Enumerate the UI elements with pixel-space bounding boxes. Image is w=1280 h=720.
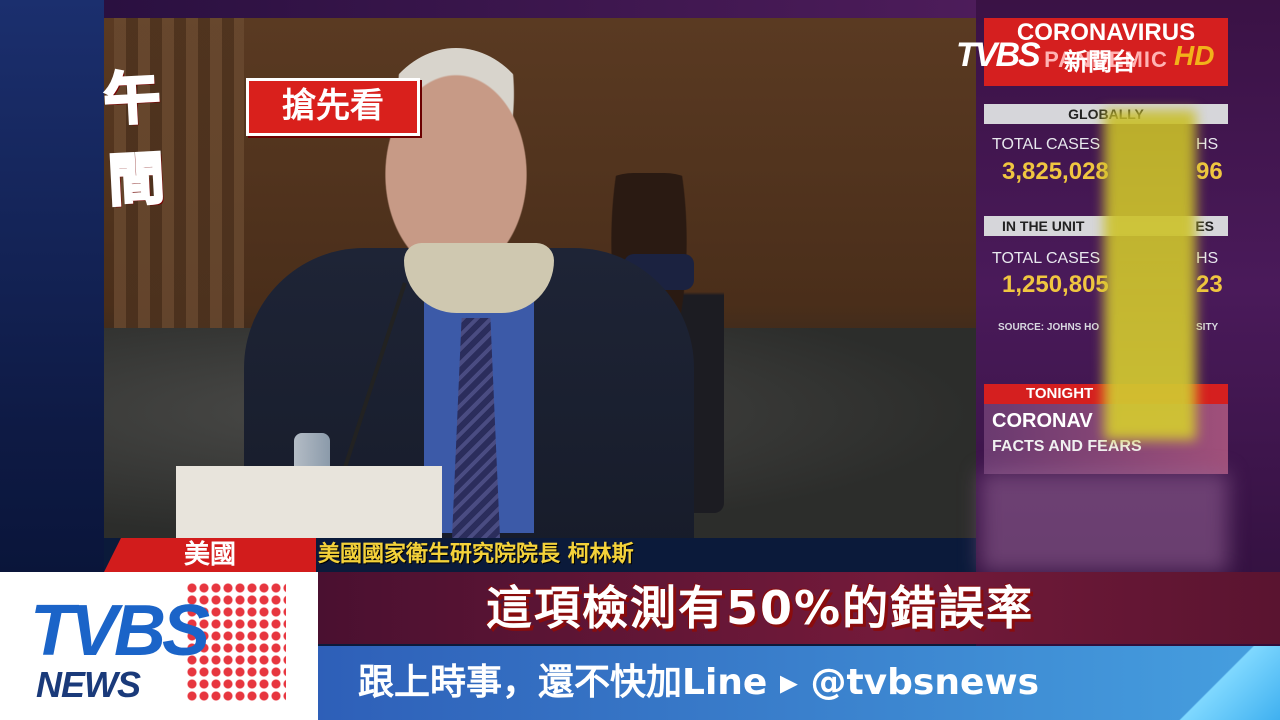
ticker-text: 跟上時事，還不快加Line ▸ @tvbsnews bbox=[358, 662, 1040, 703]
video-frame bbox=[104, 18, 976, 538]
speaker-mask bbox=[404, 243, 554, 313]
location-tag: 美國 bbox=[104, 538, 316, 572]
channel-bug-name: 新聞台 bbox=[1064, 48, 1136, 76]
global-cases-label: TOTAL CASES bbox=[992, 136, 1101, 153]
ticker-corner bbox=[1170, 646, 1280, 720]
blur-overlay-lower bbox=[980, 472, 1228, 572]
hd-badge: HD bbox=[1174, 40, 1215, 71]
news-logo-text: NEWS bbox=[36, 664, 141, 705]
us-title-start: IN THE UNIT bbox=[1002, 218, 1085, 234]
us-cases-value: 1,250,805 bbox=[1002, 271, 1109, 298]
us-title-end: ES bbox=[1195, 218, 1214, 234]
us-deaths-label: HS bbox=[1196, 250, 1219, 267]
headline-text: 這項檢測有50%的錯誤率 bbox=[486, 581, 1035, 635]
channel-bug: TVBS 新聞台 HD bbox=[956, 36, 1232, 76]
source-label-end: SITY bbox=[1196, 322, 1219, 333]
program-logo-main: 午間 bbox=[101, 64, 166, 216]
ticker-bar: 跟上時事，還不快加Line ▸ @tvbsnews bbox=[318, 646, 1280, 720]
top-background bbox=[104, 0, 976, 18]
global-cases-value: 3,825,028 bbox=[1002, 158, 1109, 185]
tvbs-logo-text: TVBS bbox=[30, 591, 210, 671]
us-deaths-value: 23 bbox=[1196, 271, 1223, 298]
nameplate bbox=[176, 466, 442, 538]
program-logo-sub: 搶先看 bbox=[246, 78, 420, 136]
blur-overlay bbox=[1104, 110, 1196, 440]
channel-bug-logo: TVBS bbox=[956, 36, 1041, 74]
promo-subtitle: FACTS AND FEARS bbox=[992, 438, 1142, 455]
us-cases-label: TOTAL CASES bbox=[992, 250, 1101, 267]
global-deaths-label: HS bbox=[1196, 136, 1219, 153]
promo-title: CORONAV bbox=[992, 410, 1093, 432]
speaker-caption: 美國國家衛生研究院院長 柯林斯 bbox=[318, 542, 634, 567]
global-deaths-value: 96 bbox=[1196, 158, 1223, 185]
source-label: SOURCE: JOHNS HO bbox=[998, 322, 1100, 333]
tvbs-news-logo: TVBS NEWS bbox=[0, 572, 318, 720]
